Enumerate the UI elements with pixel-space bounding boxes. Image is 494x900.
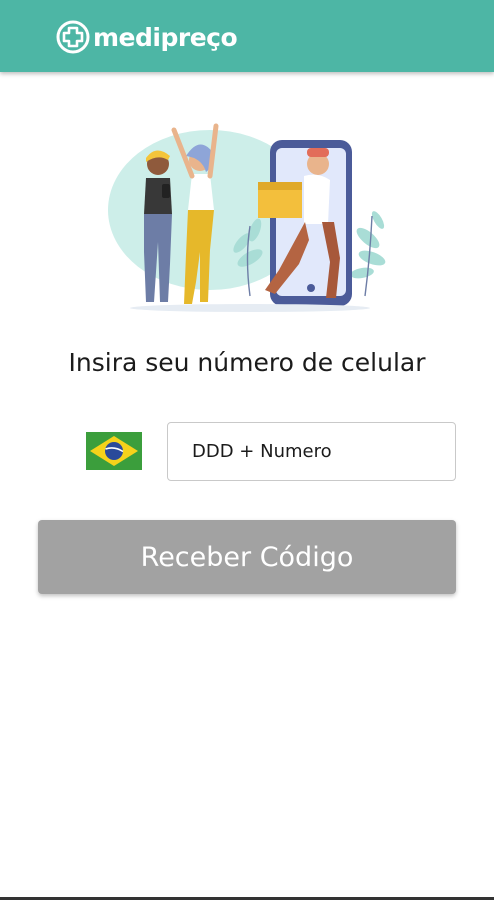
- app-bar: medipreço: [0, 0, 494, 72]
- brand-name: medipreço: [93, 22, 238, 52]
- brazil-flag-icon[interactable]: [86, 432, 142, 470]
- receive-code-button[interactable]: Receber Código: [38, 520, 456, 594]
- cross-icon: [56, 20, 90, 54]
- hero-illustration: [108, 123, 386, 312]
- phone-prompt-heading: Insira seu número de celular: [68, 348, 426, 377]
- brand-logo: medipreço: [56, 20, 238, 54]
- phone-number-input[interactable]: [167, 422, 456, 481]
